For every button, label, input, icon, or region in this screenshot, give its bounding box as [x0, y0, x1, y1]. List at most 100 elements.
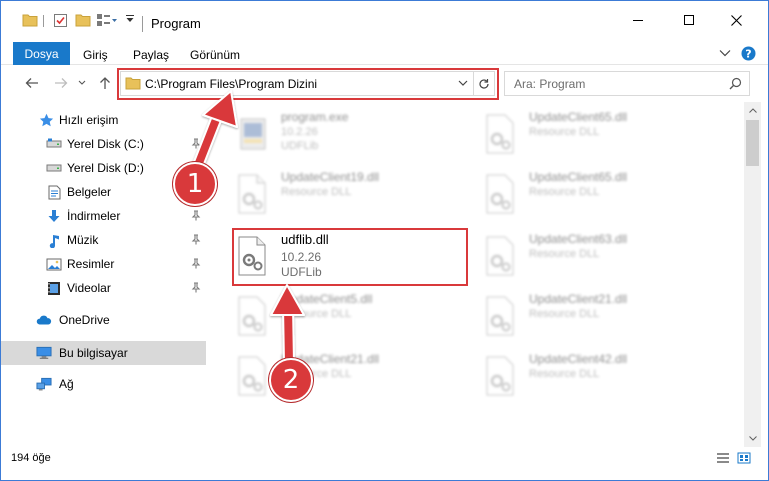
download-icon: [46, 208, 62, 224]
file-item[interactable]: UpdateClient63.dll Resource DLL: [459, 229, 699, 285]
onedrive-cloud-icon: [36, 312, 52, 328]
file-name: UpdateClient63.dll: [529, 232, 628, 246]
help-icon[interactable]: ?: [740, 45, 756, 61]
item-count: 194 öğe: [11, 452, 51, 464]
file-name: UpdateClient65.dll: [529, 170, 628, 184]
forward-button[interactable]: [52, 74, 70, 92]
maximize-icon: [683, 14, 694, 25]
drive-icon: [46, 160, 62, 176]
file-name: UpdateClient5.dll: [281, 292, 373, 306]
nav-this-pc[interactable]: Bu bilgisayar: [1, 341, 206, 365]
videos-icon: [46, 280, 62, 296]
file-item[interactable]: UpdateClient21.dll Resource DLL: [211, 349, 451, 405]
pin-icon[interactable]: [191, 138, 201, 152]
nav-onedrive-label: OneDrive: [59, 313, 110, 327]
file-description: Resource DLL: [281, 308, 352, 320]
exe-file-icon: [235, 113, 269, 155]
tab-home[interactable]: Giriş: [83, 48, 108, 62]
drive-icon: [46, 136, 62, 152]
pin-icon[interactable]: [191, 210, 201, 224]
view-options-icon[interactable]: [96, 13, 118, 27]
file-name: UpdateClient65.dll: [529, 110, 628, 124]
nav-item-label: Müzik: [67, 233, 99, 247]
search-icon[interactable]: [729, 77, 742, 93]
details-view-icon[interactable]: [715, 451, 731, 465]
title-bar: Program: [1, 1, 768, 39]
pin-icon[interactable]: [191, 234, 201, 248]
file-description: Resource DLL: [281, 186, 352, 198]
tab-file[interactable]: Dosya: [13, 42, 70, 65]
maximize-button[interactable]: [666, 1, 712, 39]
up-button[interactable]: [96, 74, 114, 92]
new-folder-icon[interactable]: [75, 13, 91, 27]
file-item[interactable]: UpdateClient65.dll Resource DLL: [459, 107, 699, 163]
nav-item-label: Yerel Disk (D:): [67, 161, 144, 175]
dll-file-icon: [235, 355, 269, 397]
nav-onedrive[interactable]: OneDrive: [1, 309, 206, 331]
title-separator: [142, 16, 143, 32]
address-highlight-box: [117, 68, 499, 100]
file-item[interactable]: program.exe 10.2.26 UDFLib: [211, 107, 451, 163]
nav-item-pictures[interactable]: Resimler: [1, 253, 206, 275]
recent-locations-button[interactable]: [77, 74, 87, 92]
ribbon-tabs: Dosya Giriş Paylaş Görünüm ?: [1, 39, 768, 65]
file-item[interactable]: UpdateClient65.dll Resource DLL: [459, 167, 699, 223]
chevron-down-icon: [78, 80, 86, 85]
file-item[interactable]: UpdateClient19.dll Resource DLL: [211, 167, 451, 223]
nav-item-downloads[interactable]: İndirmeler: [1, 205, 206, 227]
close-button[interactable]: [713, 1, 759, 39]
svg-text:?: ?: [745, 47, 751, 60]
file-item[interactable]: UpdateClient21.dll Resource DLL: [459, 289, 699, 345]
nav-item-label: İndirmeler: [67, 209, 121, 223]
expand-ribbon-icon[interactable]: [717, 45, 733, 61]
customize-toolbar-icon[interactable]: [125, 13, 135, 23]
forward-arrow-icon: [55, 78, 68, 88]
dll-file-icon: [483, 355, 517, 397]
back-button[interactable]: [23, 74, 41, 92]
minimize-button[interactable]: [615, 1, 661, 39]
back-arrow-icon: [25, 78, 38, 88]
file-highlight-box: [232, 228, 468, 286]
search-box[interactable]: Ara: Program: [504, 71, 750, 96]
pin-icon[interactable]: [191, 282, 201, 296]
file-description: Resource DLL: [529, 308, 600, 320]
music-icon: [46, 232, 62, 248]
nav-item-drive-c[interactable]: Yerel Disk (C:): [1, 133, 206, 155]
large-icons-view-icon[interactable]: [736, 451, 752, 465]
nav-item-videos[interactable]: Videolar: [1, 277, 206, 299]
dll-file-icon: [483, 295, 517, 337]
file-description: Resource DLL: [529, 368, 600, 380]
close-icon: [730, 14, 742, 26]
vertical-scrollbar[interactable]: [744, 102, 761, 447]
tab-share[interactable]: Paylaş: [133, 48, 169, 62]
nav-network-label: Ağ: [59, 377, 74, 391]
tab-view[interactable]: Görünüm: [190, 48, 240, 62]
nav-this-pc-label: Bu bilgisayar: [59, 346, 128, 360]
nav-item-label: Resimler: [67, 257, 115, 271]
scroll-down-icon[interactable]: [744, 430, 761, 447]
documents-icon: [46, 184, 62, 200]
file-name: UpdateClient21.dll: [529, 292, 628, 306]
file-description: Resource DLL: [529, 248, 600, 260]
dll-file-icon: [483, 173, 517, 215]
pin-icon[interactable]: [191, 258, 201, 272]
file-description: Resource DLL: [529, 126, 600, 138]
nav-item-label: Yerel Disk (C:): [67, 137, 144, 151]
file-item[interactable]: UpdateClient42.dll Resource DLL: [459, 349, 699, 405]
nav-network[interactable]: Ağ: [1, 373, 206, 395]
nav-item-label: Videolar: [67, 281, 111, 295]
file-item[interactable]: UpdateClient5.dll Resource DLL: [211, 289, 451, 345]
nav-item-music[interactable]: Müzik: [1, 229, 206, 251]
properties-icon[interactable]: [53, 13, 68, 28]
scrollbar-thumb[interactable]: [746, 120, 759, 166]
nav-quick-access[interactable]: Hızlı erişim: [1, 109, 206, 131]
up-arrow-icon: [100, 77, 110, 89]
navigation-pane: Hızlı erişim Yerel Disk (C:) Yerel Disk …: [1, 105, 208, 445]
scroll-up-icon[interactable]: [744, 102, 761, 119]
quick-access-separator-icon: [43, 15, 45, 27]
file-description: Resource DLL: [529, 186, 600, 198]
callout-badge-2: 2: [269, 358, 313, 402]
window-title: Program: [151, 16, 201, 31]
file-name: UpdateClient19.dll: [281, 170, 380, 184]
nav-quick-access-label: Hızlı erişim: [59, 113, 119, 127]
